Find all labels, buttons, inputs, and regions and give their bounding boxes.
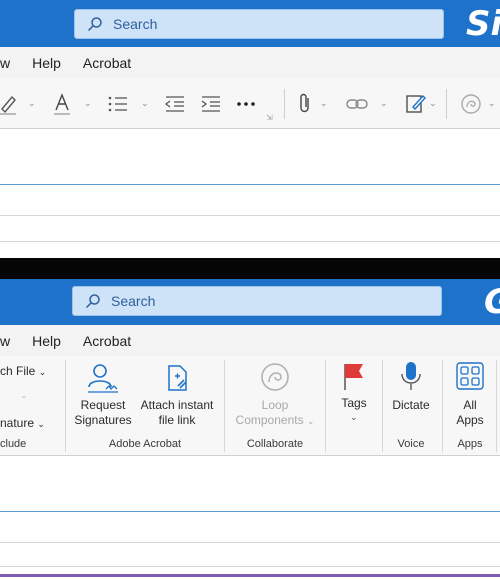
dictate-label: Dictate [392, 398, 430, 412]
chevron-down-icon: ⌄ [37, 419, 45, 429]
link-icon[interactable] [346, 93, 368, 115]
menu-acrobat[interactable]: Acrobat [83, 55, 131, 71]
separator [442, 360, 443, 452]
menu-acrobat[interactable]: Acrobat [83, 333, 131, 349]
field-divider [0, 241, 500, 242]
font-color-icon[interactable] [52, 93, 72, 115]
file-link-icon [168, 365, 187, 391]
signature-icon[interactable] [405, 93, 427, 115]
separator [284, 89, 285, 119]
decrease-indent-icon[interactable] [164, 93, 186, 115]
menu-help[interactable]: Help [32, 333, 61, 349]
chevron-down-icon: ⌄ [306, 416, 315, 426]
all-apps-line1: All [463, 398, 477, 412]
flag-icon [344, 364, 363, 390]
attach-file-button[interactable]: ch File ⌄ [0, 364, 46, 380]
separator [446, 89, 447, 119]
search-placeholder: Search [111, 293, 156, 309]
attach-instant-file-link-button[interactable]: Attach instant file link [138, 360, 216, 434]
signature-label: nature [0, 416, 35, 430]
tags-label: Tags [341, 396, 367, 410]
attach-link-line1: Attach instant [140, 398, 214, 412]
menu-bar-bottom: w Help Acrobat [0, 325, 500, 357]
separator [65, 360, 66, 452]
brand-logo-bottom: G [484, 282, 500, 322]
request-signatures-button[interactable]: Request Signatures [72, 360, 134, 434]
group-label-adobe-acrobat: Adobe Acrobat [108, 438, 182, 450]
field-divider [0, 215, 500, 216]
field-divider [0, 566, 500, 567]
menu-view[interactable]: w [0, 55, 10, 71]
attach-file-label: ch File [0, 364, 36, 378]
ribbon: ch File ⌄ ⌄ nature ⌄ clude Request Signa… [0, 356, 500, 456]
field-divider [0, 542, 500, 543]
menu-view[interactable]: w [0, 333, 10, 349]
microphone-icon [401, 362, 421, 390]
tags-button[interactable]: Tags ⌄ [332, 360, 376, 434]
window-border [0, 574, 500, 577]
search-icon [85, 294, 100, 309]
chevron-down-icon[interactable]: ⌄ [488, 98, 496, 109]
attach-link-line2: file link [158, 413, 196, 427]
separator [496, 360, 497, 452]
bullets-icon[interactable] [107, 93, 129, 115]
request-signatures-line2: Signatures [74, 413, 132, 427]
search-box-bottom[interactable]: Search [72, 286, 442, 316]
all-apps-line2: Apps [456, 413, 484, 427]
signature-button[interactable]: nature ⌄ [0, 416, 45, 432]
menu-help[interactable]: Help [32, 55, 61, 71]
separator [382, 360, 383, 452]
section-separator [0, 258, 500, 279]
attach-icon[interactable] [298, 93, 312, 115]
chevron-down-icon[interactable]: ⌄ [320, 98, 328, 109]
brand-logo-top: Si [466, 4, 500, 44]
apps-grid-icon [456, 362, 484, 390]
loop-line2: Components [235, 413, 304, 427]
group-label-collaborate: Collaborate [246, 438, 304, 450]
loop-components-button[interactable]: Loop Components ⌄ [230, 360, 320, 434]
group-label-voice: Voice [397, 438, 425, 450]
separator [325, 360, 326, 452]
search-box-top[interactable]: Search [74, 9, 444, 39]
group-label-include: clude [0, 438, 27, 450]
group-label-apps: Apps [457, 438, 483, 450]
loop-icon[interactable] [460, 93, 482, 115]
formatting-toolbar: ⌄ ⌄ ⌄ ⇲ ⌄ ⌄ ⌄ ⌄ [0, 79, 500, 129]
request-signature-icon [88, 364, 118, 393]
loop-line1: Loop [261, 398, 289, 412]
field-divider [0, 511, 500, 512]
chevron-down-icon[interactable]: ⌄ [141, 98, 149, 109]
chevron-down-icon[interactable]: ⌄ [20, 390, 28, 401]
separator [224, 360, 225, 452]
more-icon[interactable] [236, 93, 256, 115]
search-placeholder: Search [113, 16, 158, 32]
chevron-down-icon[interactable]: ⌄ [28, 98, 36, 109]
dialog-launcher-icon[interactable]: ⇲ [266, 113, 273, 122]
chevron-down-icon[interactable]: ⌄ [84, 98, 92, 109]
field-divider [0, 184, 500, 185]
chevron-down-icon: ⌄ [38, 367, 47, 377]
chevron-down-icon: ⌄ [350, 412, 358, 422]
all-apps-button[interactable]: All Apps [448, 360, 492, 434]
chevron-down-icon[interactable]: ⌄ [380, 98, 388, 109]
chevron-down-icon[interactable]: ⌄ [429, 98, 437, 109]
search-icon [87, 17, 102, 32]
menu-bar-top: w Help Acrobat [0, 47, 500, 79]
increase-indent-icon[interactable] [200, 93, 222, 115]
loop-icon [261, 363, 289, 391]
dictate-button[interactable]: Dictate [386, 360, 436, 434]
highlighter-icon[interactable] [0, 93, 20, 115]
request-signatures-line1: Request [80, 398, 126, 412]
